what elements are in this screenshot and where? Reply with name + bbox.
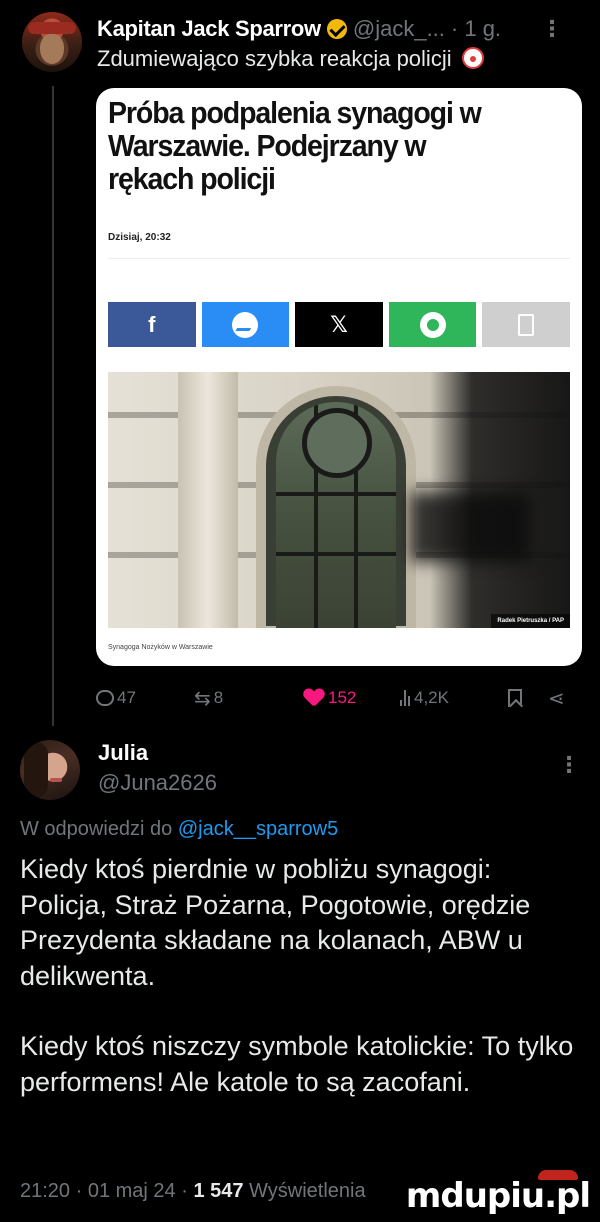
reply-author-avatar[interactable] [20, 740, 80, 800]
reply-prefix: W odpowiedzi do [20, 818, 178, 840]
article-photo[interactable]: Radek Pietruszka / PAP [108, 372, 570, 628]
facebook-share-button[interactable]: f [108, 302, 196, 347]
avatar-hair [24, 742, 48, 798]
retweet-icon: ⇆ [194, 687, 211, 710]
replying-to: W odpowiedzi do @jack__sparrow5 [20, 818, 338, 841]
photo-caption: Synagoga Nożyków w Warszawie [108, 644, 213, 651]
copy-icon [518, 313, 535, 336]
divider [108, 258, 570, 259]
pilaster [178, 372, 238, 628]
like-count: 152 [328, 688, 357, 707]
bookmark-icon [508, 689, 522, 707]
whatsapp-share-button[interactable] [388, 302, 477, 347]
views-count: 4,2K [414, 688, 449, 707]
reply-action[interactable]: 47 [96, 683, 136, 713]
views-action[interactable]: 4,2K [400, 683, 449, 713]
author-name[interactable]: Kapitan Jack Sparrow [97, 16, 321, 42]
author-handle[interactable]: @jack_... [353, 16, 445, 42]
facebook-icon: f [148, 311, 156, 337]
reply-views-label: Wyświetlenia [243, 1180, 366, 1202]
share-icon: ⋖ [548, 687, 565, 710]
tweet-text-content: Zdumiewająco szybka reakcja policji [97, 46, 452, 71]
whatsapp-icon [419, 311, 446, 338]
reply-mention-link[interactable]: @jack__sparrow5 [178, 818, 338, 840]
photo-credit: Radek Pietruszka / PAP [491, 614, 570, 628]
tweet-text: Zdumiewająco szybka reakcja policji [97, 46, 484, 72]
reply-meta: 21:20 · 01 maj 24 · 1 547 Wyświetlenia [20, 1180, 366, 1203]
thread-line [52, 86, 54, 726]
heart-icon [304, 689, 324, 707]
messenger-share-button[interactable] [201, 302, 290, 347]
reply-views-count: 1 547 [193, 1180, 244, 1202]
x-icon: 𝕏 [330, 311, 348, 337]
reply-timestamp[interactable]: 21:20 · 01 maj 24 · [20, 1180, 193, 1202]
tweet-actions: 47 ⇆ 8 152 4,2K ⋖ [96, 683, 582, 713]
bookmark-action[interactable] [508, 683, 522, 713]
like-action[interactable]: 152 [304, 683, 356, 713]
reply-count: 47 [117, 688, 136, 707]
avatar-lips [50, 778, 62, 782]
bandana [28, 22, 76, 34]
retweet-action[interactable]: ⇆ 8 [194, 683, 223, 713]
share-action[interactable]: ⋖ [548, 683, 565, 713]
reply-paragraph: Kiedy ktoś niszczy symbole katolickie: T… [20, 1031, 574, 1097]
embedded-article-card[interactable]: Próba podpalenia synagogi w Warszawie. P… [96, 88, 582, 666]
verified-badge-icon [326, 19, 347, 39]
reply-author-handle[interactable]: @Juna2626 [98, 770, 217, 796]
tweet-time[interactable]: · 1 g. [451, 16, 501, 42]
window-rosette [302, 408, 372, 478]
more-options-icon[interactable]: ⋮ [541, 16, 563, 42]
retweet-count: 8 [213, 688, 224, 707]
article-date: Dzisiaj, 20:32 [108, 232, 171, 243]
messenger-icon [232, 311, 259, 338]
reply-icon [96, 690, 114, 706]
share-buttons: f 𝕏 [108, 302, 570, 347]
author-avatar[interactable] [22, 12, 82, 72]
reply-paragraph: Kiedy ktoś pierdnie w pobliżu synagogi: … [20, 854, 531, 991]
views-icon [400, 690, 410, 706]
x-share-button[interactable]: 𝕏 [295, 302, 383, 347]
burn-marks [410, 492, 530, 562]
copy-link-button[interactable] [482, 302, 570, 347]
clown-emoji-icon [461, 47, 484, 69]
article-headline: Próba podpalenia synagogi w Warszawie. P… [108, 95, 482, 196]
tweet-header: Kapitan Jack Sparrow @jack_... · 1 g. ⋮ [97, 14, 580, 44]
reply-more-options-icon[interactable]: ⋮ [558, 752, 580, 778]
avatar-face [40, 34, 64, 64]
reply-text: Kiedy ktoś pierdnie w pobliżu synagogi: … [20, 852, 585, 1135]
watermark: mdupiu.pl [405, 1176, 591, 1216]
reply-author-name[interactable]: Julia [98, 740, 148, 766]
